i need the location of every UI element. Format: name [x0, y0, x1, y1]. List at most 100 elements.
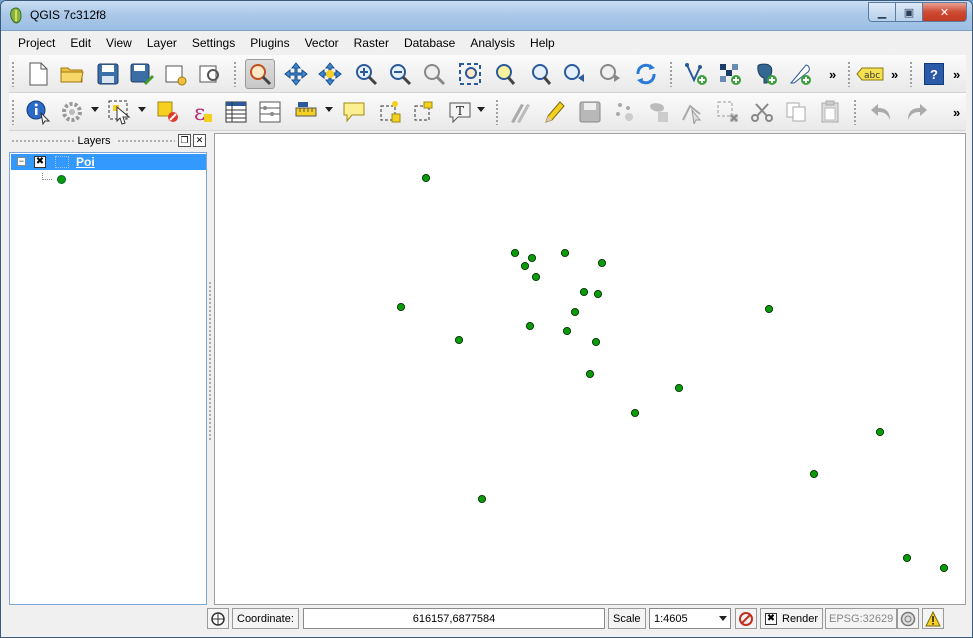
menu-layer[interactable]: Layer — [138, 36, 183, 50]
node-tool-button[interactable] — [677, 97, 707, 127]
new-bookmark-button[interactable] — [375, 97, 405, 127]
select-dropdown-arrow[interactable] — [138, 107, 146, 112]
zoom-full-button[interactable] — [455, 59, 485, 89]
add-point-icon — [616, 103, 633, 121]
composer-manager-button[interactable] — [195, 59, 225, 89]
cut-features-button[interactable] — [747, 97, 777, 127]
toolbar-handle[interactable] — [669, 61, 673, 87]
add-feature-button[interactable] — [609, 97, 639, 127]
menu-edit-label: Edit — [70, 35, 92, 50]
messages-warning-button[interactable] — [922, 608, 944, 629]
toolbar-handle[interactable] — [847, 61, 851, 87]
undo-button[interactable] — [867, 97, 897, 127]
zoom-last-button[interactable] — [559, 59, 589, 89]
zoom-next-button[interactable] — [595, 59, 625, 89]
run-feature-action-button[interactable] — [57, 97, 87, 127]
close-button[interactable]: ✕ — [922, 2, 967, 22]
new-print-composer-button[interactable] — [161, 59, 191, 89]
maximize-button[interactable]: ▣ — [895, 2, 922, 22]
toggle-extents-button[interactable] — [207, 608, 229, 629]
identify-features-button[interactable] — [23, 97, 53, 127]
move-feature-button[interactable] — [643, 97, 673, 127]
menu-plugins[interactable]: Plugins — [241, 36, 295, 50]
save-as-button[interactable] — [127, 59, 157, 89]
new-shapefile-layer-button[interactable] — [785, 59, 815, 89]
field-calculator-button[interactable] — [255, 97, 285, 127]
help-contents-button[interactable]: ? — [919, 59, 949, 89]
add-vector-layer-button[interactable] — [681, 59, 711, 89]
menu-help[interactable]: Help — [521, 36, 561, 50]
zoom-in-button[interactable] — [351, 59, 381, 89]
title-bar[interactable]: QGIS 7c312f8 ▁ ▣ ✕ — [1, 1, 972, 31]
menu-help-label: Help — [530, 35, 555, 50]
toolbar-handle[interactable] — [11, 61, 15, 87]
coordinate-field[interactable]: 616157,6877584 — [303, 608, 605, 629]
measure-dropdown-arrow[interactable] — [325, 107, 333, 112]
menu-settings[interactable]: Settings — [183, 36, 241, 50]
text-annotation-button[interactable]: T — [445, 97, 475, 127]
menu-analysis[interactable]: Analysis — [461, 36, 521, 50]
deselect-features-button[interactable] — [153, 97, 183, 127]
minimize-button[interactable]: ▁ — [868, 2, 895, 22]
render-toggle[interactable]: ✖ Render — [760, 608, 824, 629]
paste-features-button[interactable] — [815, 97, 845, 127]
menu-edit[interactable]: Edit — [61, 36, 97, 50]
toolbar-handle[interactable] — [853, 99, 857, 125]
map-tips-button[interactable] — [339, 97, 369, 127]
copy-features-button[interactable] — [781, 97, 811, 127]
new-project-button[interactable] — [23, 59, 53, 89]
show-bookmarks-button[interactable] — [409, 97, 439, 127]
menu-view[interactable]: View — [97, 36, 138, 50]
menu-project[interactable]: Project — [9, 36, 61, 50]
menu-database[interactable]: Database — [395, 36, 461, 50]
annotation-dropdown-arrow[interactable] — [477, 107, 485, 112]
toolbar-handle[interactable] — [233, 61, 237, 87]
toolbar-overflow-button[interactable]: » — [891, 67, 898, 82]
crs-projection-button[interactable] — [897, 608, 919, 629]
panel-float-button[interactable]: ❐ — [178, 134, 191, 147]
current-edits-button[interactable] — [505, 97, 535, 127]
zoom-to-selection-arrows-button[interactable] — [315, 59, 345, 89]
open-attribute-table-button[interactable] — [221, 97, 251, 127]
open-project-button[interactable] — [57, 59, 87, 89]
toolbar-overflow-button[interactable]: » — [953, 67, 960, 82]
pan-map-button[interactable] — [245, 59, 275, 89]
measure-line-button[interactable] — [291, 97, 321, 127]
toggle-editing-button[interactable] — [539, 97, 569, 127]
zoom-to-layer-button[interactable] — [489, 59, 519, 89]
layers-panel-header[interactable]: Layers ❐ ✕ — [9, 133, 208, 151]
redo-button[interactable] — [901, 97, 931, 127]
zoom-out-button[interactable] — [385, 59, 415, 89]
layer-visibility-checkbox[interactable]: ✖ — [34, 156, 46, 168]
panel-splitter[interactable] — [208, 281, 212, 441]
save-project-button[interactable] — [93, 59, 123, 89]
save-layer-edits-button[interactable] — [575, 97, 605, 127]
zoom-native-button[interactable] — [419, 59, 449, 89]
action-dropdown-arrow[interactable] — [91, 107, 99, 112]
toolbar-overflow-button[interactable]: » — [953, 105, 960, 120]
map-canvas[interactable] — [214, 133, 966, 605]
layers-tree[interactable]: − ✖ Poi — [9, 152, 207, 605]
toolbar-handle[interactable] — [909, 61, 913, 87]
refresh-button[interactable] — [631, 59, 661, 89]
menu-vector[interactable]: Vector — [296, 36, 345, 50]
add-raster-layer-button[interactable] — [715, 59, 745, 89]
select-features-button[interactable] — [105, 97, 135, 127]
render-checkbox[interactable]: ✖ — [765, 612, 777, 625]
label-tool-button[interactable]: abc — [855, 59, 885, 89]
toolbar-overflow-button[interactable]: » — [829, 67, 836, 82]
toolbar-handle[interactable] — [495, 99, 499, 125]
stop-render-button[interactable] — [735, 608, 757, 629]
pan-to-selection-button[interactable] — [281, 59, 311, 89]
select-by-expression-button[interactable]: ε — [187, 97, 217, 127]
toolbar-handle[interactable] — [11, 99, 15, 125]
add-postgis-layer-button[interactable] — [751, 59, 781, 89]
collapse-layer-toggle[interactable]: − — [17, 157, 26, 166]
menu-raster[interactable]: Raster — [345, 36, 395, 50]
crs-status-button[interactable]: EPSG:32629 — [825, 608, 898, 629]
panel-close-button[interactable]: ✕ — [193, 134, 206, 147]
layer-item-poi[interactable]: − ✖ Poi — [11, 154, 206, 170]
delete-selected-button[interactable] — [713, 97, 743, 127]
scale-combobox[interactable]: 1:4605 — [649, 608, 731, 629]
zoom-to-selection-button[interactable] — [525, 59, 555, 89]
